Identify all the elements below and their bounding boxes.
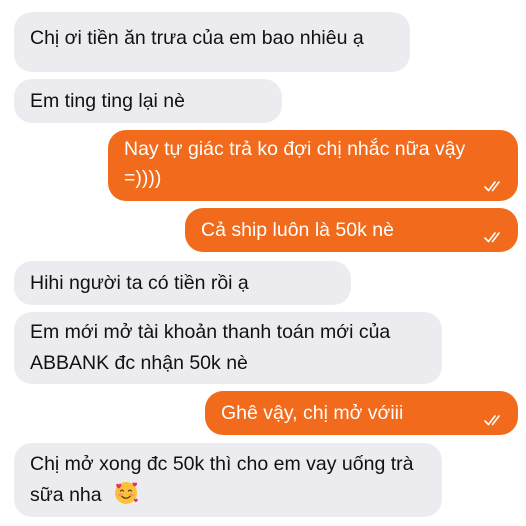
message-text: Ghê vậy, chị mở vớiii xyxy=(221,402,404,424)
message-bubble-incoming[interactable]: Hihi người ta có tiền rồi ạ xyxy=(14,261,351,305)
double-check-icon xyxy=(484,232,500,243)
message-bubble-incoming[interactable]: Chị ơi tiền ăn trưa của em bao nhiêu ạ xyxy=(14,12,410,72)
message-text: Hihi người ta có tiền rồi ạ xyxy=(30,272,249,294)
message-bubble-incoming[interactable]: Chị mở xong đc 50k thì cho em vay uống t… xyxy=(14,443,442,517)
message-bubble-outgoing[interactable]: Nay tự giác trả ko đợi chị nhắc nữa vậy … xyxy=(108,130,518,201)
message-text: Nay tự giác trả ko đợi chị nhắc nữa vậy … xyxy=(124,138,466,189)
double-check-icon xyxy=(484,181,500,192)
message-text: Em mới mở tài khoản thanh toán mới của A… xyxy=(30,321,391,374)
chat-thread: Chị ơi tiền ăn trưa của em bao nhiêu ạ E… xyxy=(0,0,526,526)
message-text: Chị mở xong đc 50k thì cho em vay uống t… xyxy=(30,453,414,506)
message-text: Chị ơi tiền ăn trưa của em bao nhiêu ạ xyxy=(30,27,364,49)
message-text: Em ting ting lại nè xyxy=(30,90,186,112)
smiling-face-with-hearts-icon xyxy=(115,482,138,504)
message-bubble-incoming[interactable]: Em mới mở tài khoản thanh toán mới của A… xyxy=(14,312,442,384)
message-bubble-incoming[interactable]: Em ting ting lại nè xyxy=(14,79,282,123)
message-bubble-outgoing[interactable]: Ghê vậy, chị mở vớiii xyxy=(205,391,518,435)
double-check-icon xyxy=(484,415,500,426)
message-bubble-outgoing[interactable]: Cả ship luôn là 50k nè xyxy=(185,208,518,252)
message-text: Cả ship luôn là 50k nè xyxy=(201,219,394,241)
